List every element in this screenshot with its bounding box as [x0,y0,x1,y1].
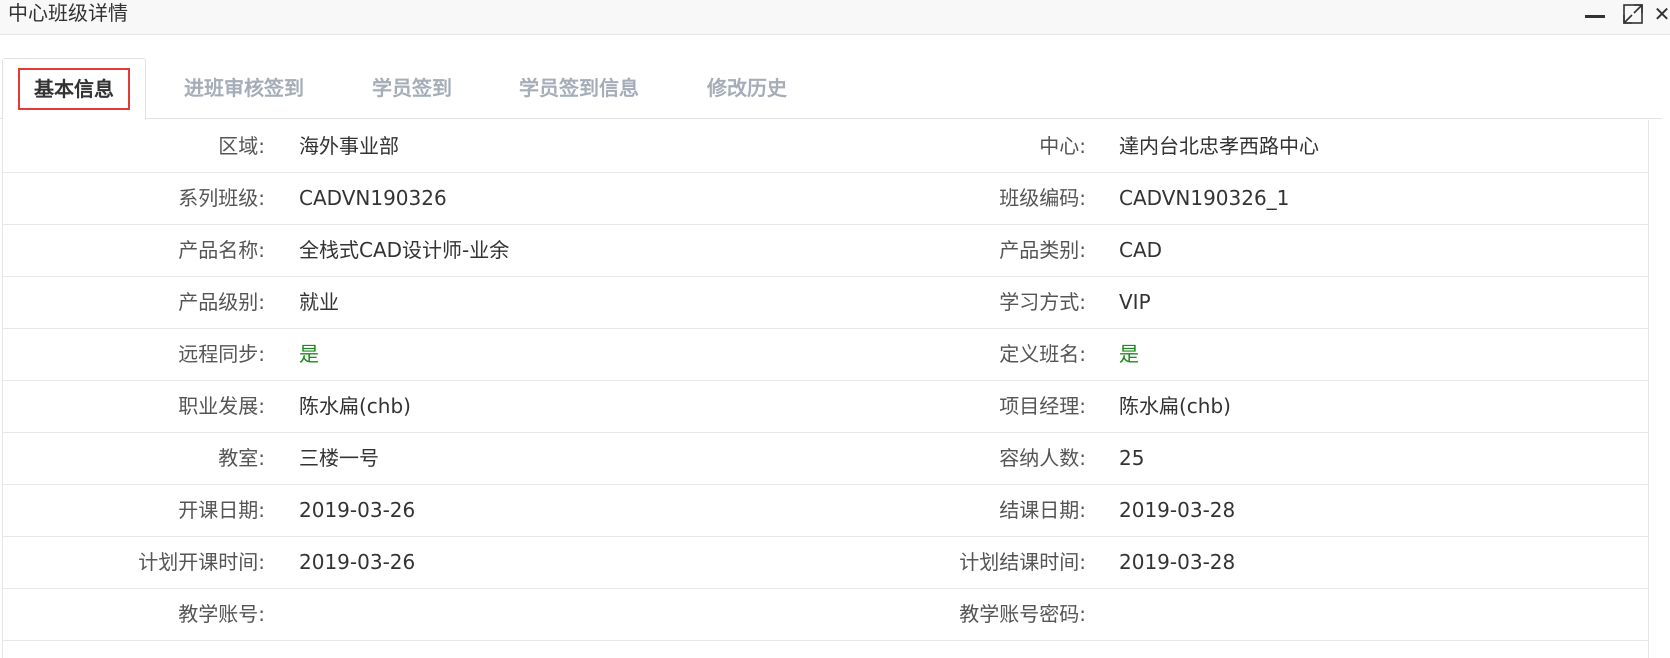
custom-class-name-label: 定义班名: [999,342,1086,366]
tab-bar: 基本信息 进班审核签到 学员签到 学员签到信息 修改历史 [0,58,1662,120]
close-icon[interactable]: ✕ [1654,2,1670,26]
tab-basic-info-label: 基本信息 [18,68,130,110]
window-title: 中心班级详情 [8,1,128,25]
info-row-product-name: 产品名称: 全栈式CAD设计师-业余 产品类别: CAD [3,224,1648,277]
tab-student-signin[interactable]: 学员签到 [360,58,464,118]
project-manager-value: 陈水扁(chb) [1119,394,1231,418]
info-row-start-date: 开课日期: 2019-03-26 结课日期: 2019-03-28 [3,484,1648,537]
project-manager-label: 项目经理: [999,394,1086,418]
end-date-value: 2019-03-28 [1119,498,1236,522]
window-titlebar: 中心班级详情 ✕ [0,0,1670,35]
center-value: 達内台北忠孝西路中心 [1119,134,1319,158]
planned-end-value: 2019-03-28 [1119,550,1236,574]
product-category-label: 产品类别: [999,238,1086,262]
minimize-icon[interactable] [1582,2,1608,26]
info-row-region: 区域: 海外事业部 中心: 達内台北忠孝西路中心 [3,120,1648,173]
capacity-label: 容纳人数: [999,446,1086,470]
capacity-value: 25 [1119,446,1145,470]
basic-info-table: 区域: 海外事业部 中心: 達内台北忠孝西路中心 系列班级: CADVN1903… [2,120,1649,658]
class-code-value: CADVN190326_1 [1119,186,1290,210]
class-code-label: 班级编码: [999,186,1086,210]
tab-student-signin-info[interactable]: 学员签到信息 [505,58,653,118]
info-row-planned-start: 计划开课时间: 2019-03-26 计划结课时间: 2019-03-28 [3,536,1648,589]
product-category-value: CAD [1119,238,1163,262]
planned-end-label: 计划结课时间: [959,550,1086,574]
info-row-classroom: 教室: 三楼一号 容纳人数: 25 [3,432,1648,485]
tab-edit-history[interactable]: 修改历史 [695,58,799,118]
teaching-account-password-label: 教学账号密码: [959,602,1086,626]
info-row-remote-sync: 远程同步: 是 定义班名: 是 [3,328,1648,381]
tab-enrollment-review-signin[interactable]: 进班审核签到 [170,58,318,118]
study-mode-label: 学习方式: [999,290,1086,314]
tab-basic-info[interactable]: 基本信息 [2,58,146,120]
info-row-product-level: 产品级别: 就业 学习方式: VIP [3,276,1648,329]
center-label: 中心: [1039,134,1086,158]
custom-class-name-value: 是 [1119,342,1139,366]
info-row-series-class: 系列班级: CADVN190326 班级编码: CADVN190326_1 [3,172,1648,225]
info-row-teaching-account: 教学账号: 教学账号密码: [3,588,1648,641]
study-mode-value: VIP [1119,290,1151,314]
maximize-icon[interactable] [1620,2,1646,26]
end-date-label: 结课日期: [999,498,1086,522]
info-row-career-dev: 职业发展: 陈水扁(chb) 项目经理: 陈水扁(chb) [3,380,1648,433]
